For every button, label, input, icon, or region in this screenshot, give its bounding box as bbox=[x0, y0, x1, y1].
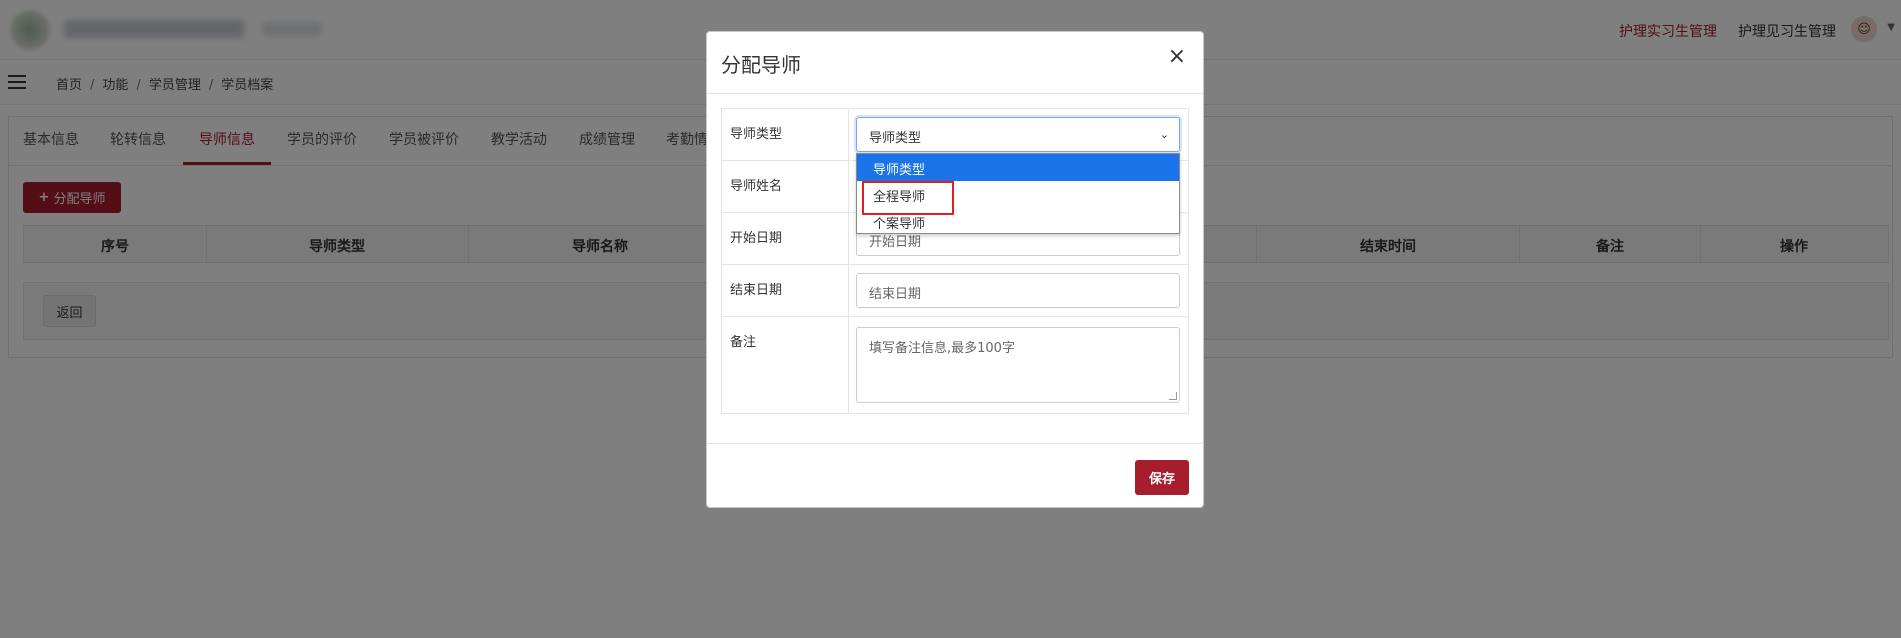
notes-placeholder: 填写备注信息,最多100字 bbox=[869, 341, 1015, 356]
mentor-type-label: 导师类型 bbox=[730, 127, 783, 142]
close-icon[interactable]: × bbox=[1168, 46, 1186, 68]
mentor-type-dropdown: 导师类型 全程导师 个案导师 bbox=[856, 153, 1180, 234]
form-divider bbox=[848, 109, 849, 413]
option-mentor-type[interactable]: 导师类型 bbox=[857, 154, 1179, 181]
mentor-type-select[interactable]: 导师类型 ⌄ bbox=[856, 117, 1180, 152]
mentor-type-select-value: 导师类型 bbox=[869, 131, 922, 146]
assign-mentor-modal: 分配导师 × 导师类型 导师姓名 开始日期 结束日期 备注 开始日期 结束日期 … bbox=[706, 31, 1204, 508]
form-row-divider bbox=[722, 316, 1188, 317]
notes-textarea[interactable]: 填写备注信息,最多100字 bbox=[856, 327, 1180, 403]
resize-handle-icon[interactable] bbox=[1169, 392, 1177, 400]
notes-label: 备注 bbox=[730, 335, 757, 350]
modal-title: 分配导师 bbox=[721, 53, 801, 77]
end-date-input[interactable]: 结束日期 bbox=[856, 273, 1180, 308]
save-button[interactable]: 保存 bbox=[1135, 460, 1189, 495]
annotation-highlight-box bbox=[862, 181, 954, 215]
chevron-down-icon: ⌄ bbox=[1159, 128, 1169, 141]
modal-header: 分配导师 × bbox=[707, 32, 1203, 94]
mentor-form: 导师类型 导师姓名 开始日期 结束日期 备注 开始日期 结束日期 填写备注信息,… bbox=[721, 108, 1189, 414]
form-row-divider bbox=[722, 264, 1188, 265]
start-date-label: 开始日期 bbox=[730, 231, 783, 246]
end-date-label: 结束日期 bbox=[730, 283, 783, 298]
modal-footer-divider bbox=[707, 443, 1203, 444]
mentor-name-label: 导师姓名 bbox=[730, 179, 783, 194]
